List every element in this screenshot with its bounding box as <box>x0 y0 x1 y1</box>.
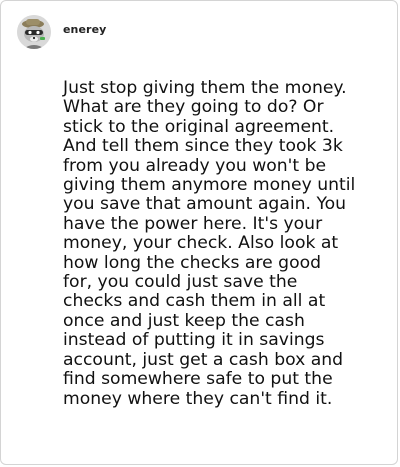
raccoon-with-hat-avatar-icon <box>17 15 51 49</box>
post-card: enerey Just stop giving them the money. … <box>0 0 398 465</box>
username[interactable]: enerey <box>63 23 106 36</box>
post-header: enerey <box>17 15 106 49</box>
post-body-text: Just stop giving them the money. What ar… <box>63 78 356 409</box>
avatar[interactable] <box>17 15 51 49</box>
